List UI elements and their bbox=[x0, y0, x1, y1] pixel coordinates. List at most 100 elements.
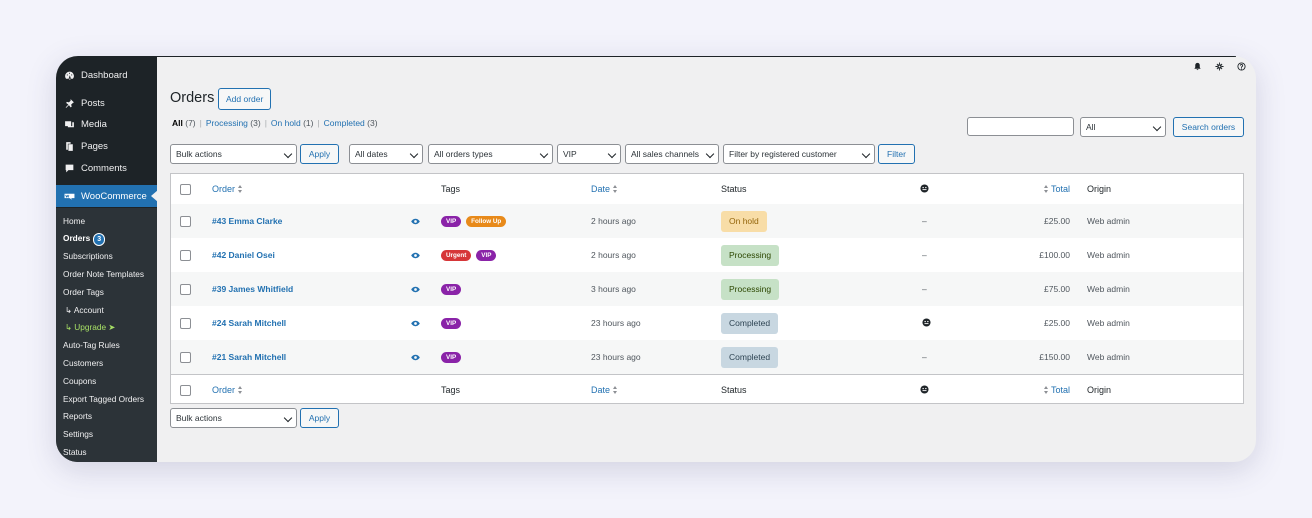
customer-filter-select[interactable]: Filter by registered customer bbox=[723, 144, 875, 164]
column-label[interactable]: Total bbox=[1051, 385, 1070, 395]
view-count: (3) bbox=[250, 118, 261, 128]
submenu-coupons[interactable]: Coupons bbox=[63, 376, 96, 386]
bulk-actions-select[interactable]: Bulk actions bbox=[170, 144, 297, 164]
column-label[interactable]: Date bbox=[591, 385, 610, 395]
view-processing[interactable]: Processing bbox=[206, 118, 248, 128]
submenu-orders[interactable]: Orders 3 bbox=[63, 233, 106, 246]
column-order[interactable]: Order bbox=[212, 375, 243, 405]
checkbox[interactable] bbox=[180, 351, 191, 363]
apply-button-bottom[interactable]: Apply bbox=[300, 408, 339, 428]
checkbox[interactable] bbox=[180, 215, 191, 227]
preview-eye-icon[interactable] bbox=[411, 306, 420, 340]
column-date[interactable]: Date bbox=[591, 174, 618, 204]
sidebar-item-woocommerce[interactable]: WooCommerce bbox=[56, 185, 158, 207]
sidebar-item-media[interactable]: Media bbox=[56, 113, 157, 135]
checkbox[interactable] bbox=[180, 183, 191, 195]
preview-eye-icon[interactable] bbox=[411, 340, 420, 374]
sales-channels-select[interactable]: All sales channels bbox=[625, 144, 719, 164]
checkbox[interactable] bbox=[180, 317, 191, 329]
order-cell[interactable]: #43 Emma Clarke bbox=[212, 204, 282, 238]
help-icon[interactable] bbox=[1236, 61, 1246, 71]
apply-button[interactable]: Apply bbox=[300, 144, 339, 164]
bulk-actions-select-bottom[interactable]: Bulk actions bbox=[170, 408, 297, 428]
column-total[interactable]: Total bbox=[1041, 174, 1070, 204]
chevron-down-icon bbox=[607, 149, 617, 159]
search-input[interactable] bbox=[967, 117, 1074, 136]
submenu-label: Upgrade bbox=[74, 322, 107, 332]
row-checkbox[interactable] bbox=[180, 272, 191, 306]
sidebar-item-comments[interactable]: Comments bbox=[56, 157, 157, 179]
order-link[interactable]: #43 Emma Clarke bbox=[212, 216, 282, 226]
submenu-status[interactable]: Status bbox=[63, 447, 87, 457]
order-link[interactable]: #24 Sarah Mitchell bbox=[212, 318, 286, 328]
view-on-hold[interactable]: On hold bbox=[271, 118, 301, 128]
row-checkbox[interactable] bbox=[180, 340, 191, 374]
select-all-checkbox[interactable] bbox=[180, 174, 191, 204]
dates-select[interactable]: All dates bbox=[349, 144, 423, 164]
gear-icon[interactable] bbox=[1214, 61, 1224, 71]
view-label: All bbox=[172, 118, 183, 128]
search-scope-select[interactable]: All bbox=[1080, 117, 1166, 137]
column-label[interactable]: Date bbox=[591, 184, 610, 194]
select-all-checkbox[interactable] bbox=[180, 375, 191, 405]
row-checkbox[interactable] bbox=[180, 238, 191, 272]
preview-eye-icon[interactable] bbox=[411, 272, 420, 306]
preview-eye-icon[interactable] bbox=[411, 204, 420, 238]
table-row[interactable]: #42 Daniel Osei Urgent VIP 2 hours ago Proce… bbox=[171, 238, 1243, 272]
add-order-button[interactable]: Add order bbox=[218, 88, 272, 110]
submenu-reports[interactable]: Reports bbox=[63, 411, 92, 421]
checkbox[interactable] bbox=[180, 384, 191, 396]
order-link[interactable]: #42 Daniel Osei bbox=[212, 250, 275, 260]
column-total[interactable]: Total bbox=[1041, 375, 1070, 405]
submenu-order-note-templates[interactable]: Order Note Templates bbox=[63, 269, 144, 279]
submenu-export-tagged-orders[interactable]: Export Tagged Orders bbox=[63, 394, 144, 404]
column-order[interactable]: Order bbox=[212, 174, 243, 204]
search-orders-button[interactable]: Search orders bbox=[1173, 117, 1244, 137]
submenu-account[interactable]: ↳ Account bbox=[65, 305, 104, 315]
submenu-subscriptions[interactable]: Subscriptions bbox=[63, 251, 113, 261]
column-label[interactable]: Total bbox=[1051, 184, 1070, 194]
smiley-icon bbox=[920, 183, 929, 195]
view-all[interactable]: All (7) bbox=[172, 118, 196, 128]
filter-button[interactable]: Filter bbox=[878, 144, 915, 164]
column-label[interactable]: Order bbox=[212, 385, 235, 395]
admin-sidebar: Dashboard Posts Media Pages Comments Woo… bbox=[56, 56, 158, 462]
view-count: (1) bbox=[303, 118, 314, 128]
sidebar-item-posts[interactable]: Posts bbox=[56, 92, 157, 114]
submenu-upgrade[interactable]: ↳ Upgrade ➤ bbox=[65, 322, 115, 332]
bell-icon[interactable] bbox=[1192, 61, 1202, 71]
submenu-settings[interactable]: Settings bbox=[63, 429, 93, 439]
order-types-select[interactable]: All orders types bbox=[428, 144, 553, 164]
checkbox[interactable] bbox=[180, 283, 191, 295]
order-cell[interactable]: #21 Sarah Mitchell bbox=[212, 340, 286, 374]
order-cell[interactable]: #24 Sarah Mitchell bbox=[212, 306, 286, 340]
column-date[interactable]: Date bbox=[591, 375, 618, 405]
submenu-customers[interactable]: Customers bbox=[63, 358, 103, 368]
sidebar-item-dashboard[interactable]: Dashboard bbox=[56, 64, 157, 86]
checkbox[interactable] bbox=[180, 249, 191, 261]
tag-filter-select[interactable]: VIP bbox=[557, 144, 621, 164]
row-checkbox[interactable] bbox=[180, 204, 191, 238]
table-row[interactable]: #43 Emma Clarke VIP Follow Up 2 hours ago On… bbox=[171, 204, 1243, 238]
submenu-order-tags[interactable]: Order Tags bbox=[63, 287, 104, 297]
row-checkbox[interactable] bbox=[180, 306, 191, 340]
order-cell[interactable]: #39 James Whitfield bbox=[212, 272, 293, 306]
select-value: VIP bbox=[563, 149, 577, 159]
preview-eye-icon[interactable] bbox=[411, 238, 420, 272]
status-badge: Completed bbox=[721, 312, 779, 334]
column-label[interactable]: Order bbox=[212, 184, 235, 194]
sidebar-item-pages[interactable]: Pages bbox=[56, 135, 157, 157]
order-link[interactable]: #21 Sarah Mitchell bbox=[212, 352, 286, 362]
order-link[interactable]: #39 James Whitfield bbox=[212, 284, 293, 294]
order-cell[interactable]: #42 Daniel Osei bbox=[212, 238, 275, 272]
tags-cell: Urgent VIP bbox=[441, 238, 501, 272]
table-row[interactable]: #39 James Whitfield VIP 3 hours ago Process… bbox=[171, 272, 1243, 306]
submenu-home[interactable]: Home bbox=[63, 216, 85, 226]
table-row[interactable]: #21 Sarah Mitchell VIP 23 hours ago Complet… bbox=[171, 340, 1243, 374]
dashboard-icon bbox=[62, 68, 76, 82]
submenu-label: Status bbox=[63, 447, 87, 457]
table-row[interactable]: #24 Sarah Mitchell VIP 23 hours ago Complet… bbox=[171, 306, 1243, 340]
submenu-auto-tag-rules[interactable]: Auto-Tag Rules bbox=[63, 340, 120, 350]
view-label: On hold bbox=[270, 118, 301, 128]
view-completed[interactable]: Completed bbox=[324, 118, 365, 128]
